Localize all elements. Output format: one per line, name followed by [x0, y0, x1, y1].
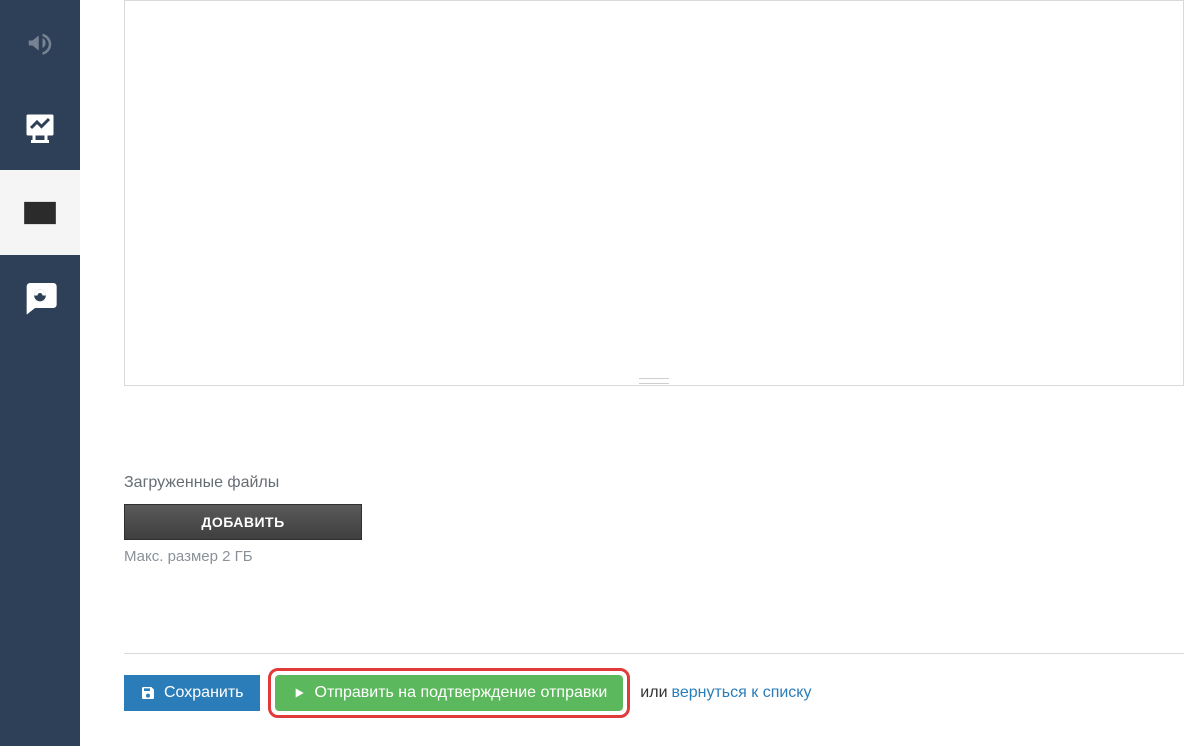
sidebar-item-chat[interactable]	[0, 255, 80, 340]
save-button[interactable]: Сохранить	[124, 675, 260, 711]
back-to-list-link[interactable]: вернуться к списку	[672, 684, 812, 702]
sidebar-item-announce[interactable]	[0, 0, 80, 85]
sidebar-item-presentation[interactable]	[0, 85, 80, 170]
send-for-approval-button[interactable]: Отправить на подтверждение отправки	[275, 675, 624, 711]
envelope-icon	[21, 194, 59, 232]
sidebar	[0, 0, 80, 746]
megaphone-icon	[25, 28, 55, 58]
resize-handle[interactable]	[639, 378, 669, 384]
send-button-highlight: Отправить на подтверждение отправки	[268, 668, 631, 718]
save-button-label: Сохранить	[164, 684, 244, 702]
sidebar-item-mail[interactable]	[0, 170, 80, 255]
message-body-editor[interactable]	[124, 0, 1184, 386]
action-bar: Сохранить Отправить на подтверждение отп…	[124, 668, 1199, 718]
add-file-button[interactable]: ДОБАВИТЬ	[124, 504, 362, 540]
main-content: Загруженные файлы ДОБАВИТЬ Макс. размер …	[80, 0, 1199, 746]
send-button-label: Отправить на подтверждение отправки	[315, 684, 608, 702]
or-text: или	[640, 684, 667, 702]
play-icon	[291, 685, 307, 701]
save-icon	[140, 685, 156, 701]
upload-hint: Макс. размер 2 ГБ	[124, 548, 1199, 565]
upload-section: Загруженные файлы ДОБАВИТЬ Макс. размер …	[124, 474, 1199, 565]
action-divider	[124, 653, 1184, 654]
presentation-chart-icon	[22, 110, 58, 146]
chat-icon	[20, 278, 60, 318]
upload-label: Загруженные файлы	[124, 474, 1199, 492]
